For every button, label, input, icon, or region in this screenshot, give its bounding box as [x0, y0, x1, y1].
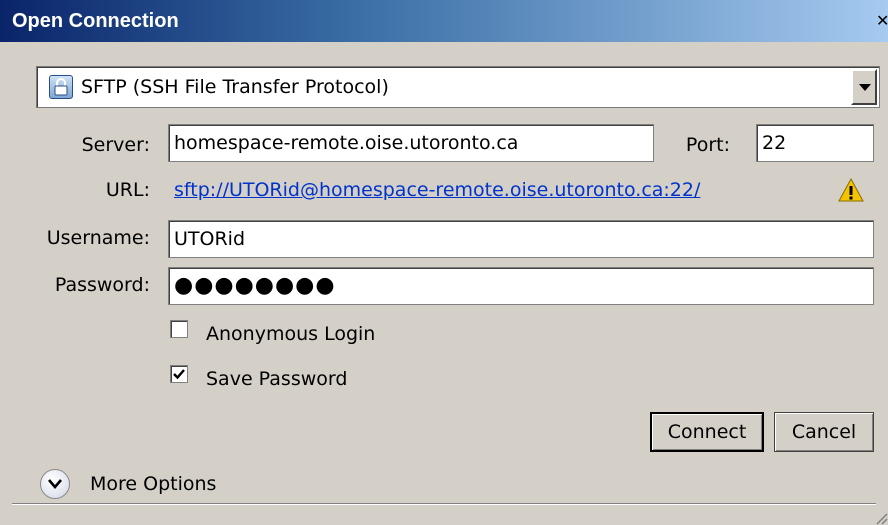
open-connection-dialog: SFTP (SSH File Transfer Protocol) Server…	[12, 42, 888, 525]
username-label: Username:	[46, 227, 150, 249]
title-bar: Open Connection	[0, 0, 888, 42]
server-label: Server:	[81, 134, 150, 156]
password-input[interactable]: ●●●●●●●●	[168, 267, 874, 305]
connect-button[interactable]: Connect	[650, 412, 764, 452]
save-password-checkbox[interactable]	[170, 365, 188, 383]
window-title: Open Connection	[12, 10, 179, 32]
save-password-label[interactable]: Save Password	[206, 367, 347, 391]
url-link[interactable]: sftp://UTORid@homespace-remote.oise.utor…	[174, 178, 700, 202]
chevron-down-icon[interactable]	[40, 469, 70, 499]
username-input[interactable]: UTORid	[168, 220, 874, 258]
dropdown-arrow-button[interactable]	[851, 69, 877, 105]
warning-icon[interactable]	[838, 177, 864, 207]
separator	[12, 503, 876, 505]
more-options-label[interactable]: More Options	[90, 472, 216, 496]
close-icon[interactable]: ✕	[876, 12, 888, 30]
resize-grip-icon[interactable]	[872, 509, 888, 525]
anonymous-login-label[interactable]: Anonymous Login	[206, 322, 375, 346]
cancel-button[interactable]: Cancel	[774, 412, 874, 452]
protocol-dropdown[interactable]: SFTP (SSH File Transfer Protocol)	[36, 66, 880, 108]
lock-icon	[49, 75, 73, 99]
anonymous-login-checkbox[interactable]	[170, 320, 188, 338]
checkmark-icon	[173, 369, 185, 380]
password-label: Password:	[54, 274, 150, 296]
url-label: URL:	[105, 179, 150, 201]
protocol-selected: SFTP (SSH File Transfer Protocol)	[81, 76, 389, 98]
port-input[interactable]: 22	[756, 124, 874, 162]
port-label: Port:	[685, 134, 730, 156]
